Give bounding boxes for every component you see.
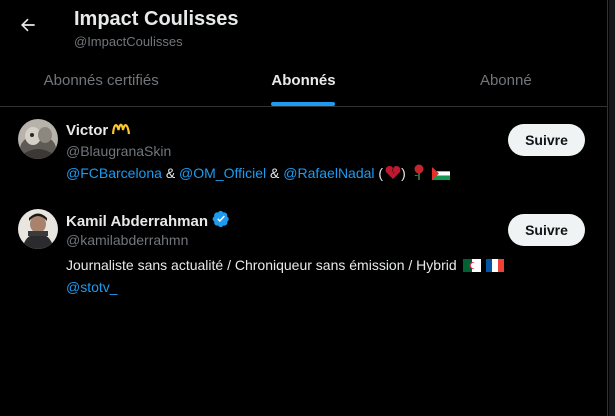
- user-cell[interactable]: Victor @BlaugranaSkin @FCBarcelona & @OM…: [0, 107, 607, 199]
- broken-heart-icon: [385, 165, 401, 185]
- tab-label: Abonné: [479, 72, 532, 89]
- user-handle[interactable]: @kamilabderrahmn: [66, 232, 188, 248]
- mention-link[interactable]: @RafaelNadal: [283, 165, 374, 181]
- verified-badge-icon: [212, 210, 230, 232]
- user-bio: Journaliste sans actualité / Chroniqueur…: [66, 255, 546, 297]
- bio-text: Journaliste sans actualité / Chroniqueur…: [66, 257, 457, 273]
- tab-verified-followers[interactable]: Abonnés certifiés: [0, 55, 202, 106]
- france-flag-icon: [486, 257, 505, 277]
- user-cell[interactable]: Kamil Abderrahman @kamilabderrahmn Journ…: [0, 199, 607, 309]
- scrollbar-track[interactable]: [609, 0, 615, 416]
- page-header: Impact Coulisses @ImpactCoulisses: [0, 0, 607, 55]
- back-button[interactable]: [12, 11, 44, 43]
- avatar[interactable]: [18, 119, 58, 159]
- follow-button[interactable]: Suivre: [508, 214, 585, 246]
- mention-link[interactable]: @OM_Officiel: [179, 165, 266, 181]
- tab-followers[interactable]: Abonnés: [202, 55, 404, 106]
- tab-following[interactable]: Abonné: [405, 55, 607, 106]
- user-handle[interactable]: @BlaugranaSkin: [66, 143, 171, 159]
- bio-text: &: [270, 165, 280, 181]
- rose-icon: [412, 164, 426, 185]
- user-name-row: Kamil Abderrahman: [66, 210, 230, 232]
- mention-link[interactable]: @FCBarcelona: [66, 165, 162, 181]
- tab-label: Abonnés: [271, 72, 336, 89]
- mention-link[interactable]: @stotv_: [66, 279, 118, 295]
- user-name[interactable]: Kamil Abderrahman: [66, 213, 208, 230]
- user-name-row: Victor: [66, 121, 131, 139]
- user-bio: @FCBarcelona & @OM_Officiel & @RafaelNad…: [66, 163, 546, 185]
- avatar[interactable]: [18, 209, 58, 249]
- arrow-left-icon: [18, 15, 38, 40]
- bio-text: &: [165, 165, 176, 181]
- page-title: Impact Coulisses: [74, 8, 239, 30]
- bio-text: ): [401, 165, 406, 181]
- tab-label: Abonnés certifiés: [43, 72, 159, 89]
- user-name[interactable]: Victor: [66, 122, 108, 139]
- followers-tabs: Abonnés certifiés Abonnés Abonné: [0, 55, 607, 106]
- algeria-flag-icon: [462, 257, 481, 277]
- bio-text: (: [378, 165, 384, 181]
- follow-button[interactable]: Suivre: [508, 124, 585, 156]
- account-handle: @ImpactCoulisses: [74, 34, 183, 49]
- palestine-flag-icon: [431, 165, 450, 185]
- mcdonalds-logo-icon: [112, 121, 131, 139]
